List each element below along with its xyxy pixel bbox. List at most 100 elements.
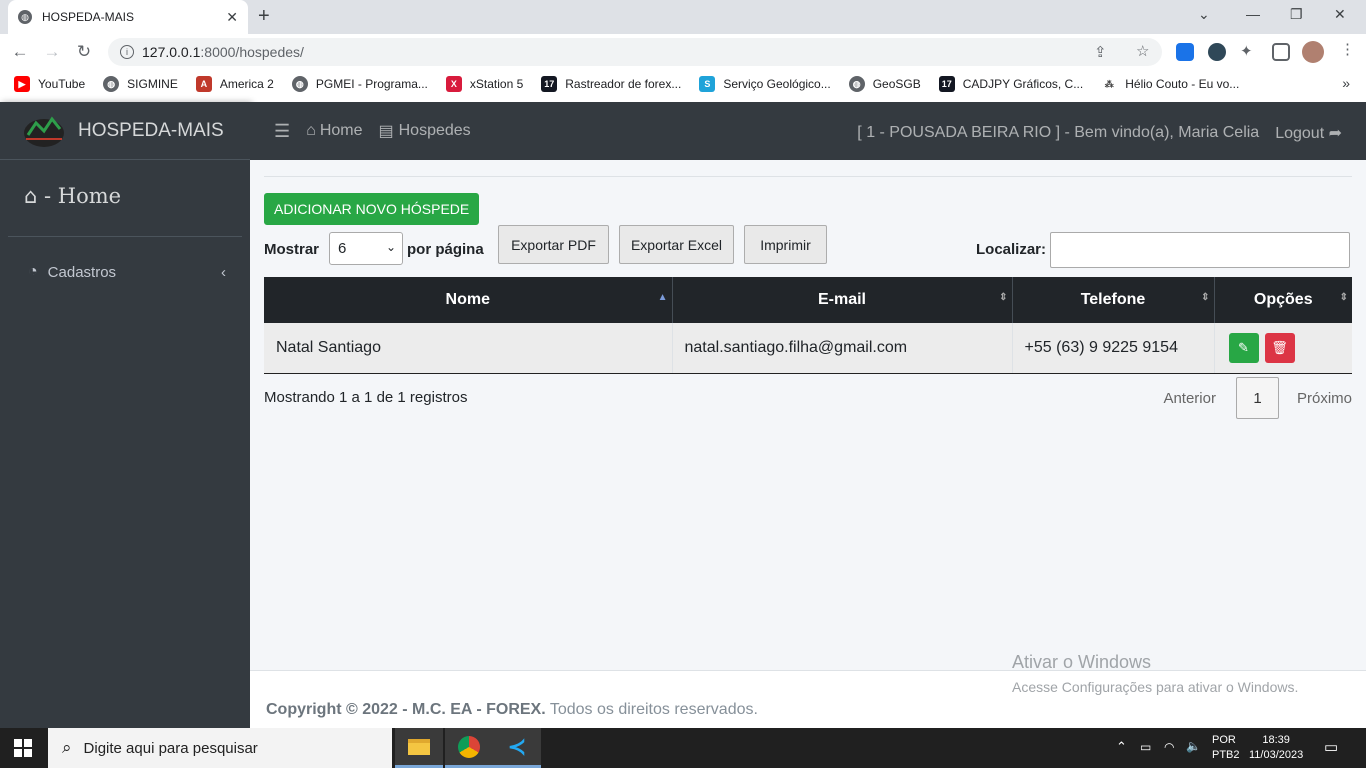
- globe-icon: ◍: [291, 76, 308, 92]
- chrome-icon[interactable]: [445, 728, 493, 768]
- sidebar-item-home[interactable]: ⌂ - Home: [0, 160, 250, 236]
- side-panel-icon[interactable]: [1272, 43, 1290, 61]
- search-icon: ⌕: [62, 738, 72, 757]
- pagination-page[interactable]: 1: [1235, 377, 1279, 419]
- watermark-subtitle: Acesse Configurações para ativar o Windo…: [1012, 679, 1299, 695]
- extension-gpt-icon[interactable]: [1208, 43, 1226, 61]
- windows-start-icon[interactable]: [14, 739, 32, 757]
- cell-telefone: +55 (63) 9 9225 9154: [1012, 323, 1215, 374]
- column-header-opcoes[interactable]: Opções ⇕: [1214, 277, 1352, 323]
- tradingview-icon: 17: [541, 76, 558, 92]
- window-close-button[interactable]: ✕: [1334, 6, 1346, 23]
- bookmark-label: Rastreador de forex...: [565, 77, 682, 91]
- brand[interactable]: HOSPEDA-MAIS: [0, 102, 250, 160]
- print-button[interactable]: Imprimir: [744, 225, 827, 264]
- footer-rights: Todos os direitos reservados.: [545, 701, 758, 718]
- wifi-icon[interactable]: ◠: [1164, 740, 1174, 754]
- page-size-select[interactable]: 6 ⌄: [329, 232, 403, 265]
- sort-icon: ⇕: [1201, 292, 1210, 303]
- puzzle-icon[interactable]: ✦: [1240, 42, 1253, 60]
- cell-nome: Natal Santiago: [264, 323, 673, 374]
- bookmark-geosgb[interactable]: ◍ GeoSGB: [848, 76, 921, 92]
- logout-link[interactable]: Logout ➦: [1275, 123, 1342, 143]
- new-tab-button[interactable]: +: [258, 5, 270, 28]
- dashboard-icon: ◔: [28, 263, 38, 280]
- show-label: Mostrar: [264, 241, 320, 258]
- chevron-down-icon: ⌄: [385, 240, 396, 254]
- sidebar-item-label: Cadastros: [47, 263, 117, 281]
- info-icon[interactable]: i: [120, 45, 134, 59]
- export-pdf-button[interactable]: Exportar PDF: [498, 225, 609, 264]
- star-icon[interactable]: ☆: [1136, 42, 1149, 60]
- taskbar-search[interactable]: ⌕ Digite aqui para pesquisar: [48, 728, 392, 768]
- sidebar-home-label: - Home: [37, 184, 122, 208]
- add-guest-button[interactable]: ADICIONAR NOVO HÓSPEDE: [264, 193, 480, 225]
- trash-icon: 🗑: [1271, 339, 1288, 355]
- pagination-next[interactable]: Próximo: [1297, 390, 1352, 407]
- cell-email: natal.santiago.filha@gmail.com: [672, 323, 1013, 374]
- bookmark-helio-couto[interactable]: ⁂ Hélio Couto - Eu vo...: [1101, 76, 1239, 92]
- browser-tab[interactable]: ◍ HOSPEDA-MAIS ✕: [8, 0, 248, 34]
- sidebar: HOSPEDA-MAIS ⌂ - Home ◔ Cadastros ‹: [0, 102, 250, 728]
- sort-icon: ⇕: [1339, 292, 1348, 303]
- sign-out-icon: ➦: [1328, 125, 1342, 142]
- url-host: 127.0.0.1: [142, 44, 201, 60]
- back-icon[interactable]: ←: [8, 42, 32, 62]
- edit-icon: ✎: [1238, 339, 1249, 355]
- vscode-icon[interactable]: ≺: [493, 728, 541, 768]
- sidebar-item-cadastros[interactable]: ◔ Cadastros ‹: [0, 237, 250, 281]
- minimize-button[interactable]: —: [1246, 6, 1260, 22]
- bookmark-america2[interactable]: A America 2: [195, 76, 274, 92]
- nav-home-link[interactable]: ⌂ Home: [306, 122, 362, 140]
- chevron-up-icon[interactable]: ⌃: [1116, 739, 1127, 755]
- bookmarks-more-icon[interactable]: »: [1342, 75, 1350, 91]
- sgb-icon: S: [699, 76, 716, 92]
- globe-icon: ◍: [848, 76, 865, 92]
- clock[interactable]: 18:39 11/03/2023: [1249, 733, 1303, 763]
- delete-button[interactable]: 🗑: [1264, 332, 1295, 363]
- bookmark-youtube[interactable]: ▶ YouTube: [14, 76, 85, 92]
- column-header-nome[interactable]: Nome ▲: [264, 277, 673, 323]
- battery-icon[interactable]: ▭: [1140, 740, 1151, 754]
- content-card: ADICIONAR NOVO HÓSPEDE Mostrar 6 ⌄ por pá…: [264, 176, 1352, 419]
- address-bar[interactable]: i 127.0.0.1:8000/hospedes/ ⇪ ☆: [108, 38, 1162, 66]
- close-icon[interactable]: ✕: [226, 9, 238, 26]
- file-explorer-icon[interactable]: [395, 728, 443, 768]
- notification-icon[interactable]: ▭: [1324, 738, 1338, 756]
- bookmark-servico-geologico[interactable]: S Serviço Geológico...: [699, 76, 831, 92]
- nav-hospedes-link[interactable]: ▤ Hospedes: [379, 121, 471, 141]
- extension-icon[interactable]: [1176, 43, 1194, 61]
- column-header-email[interactable]: E-mail ⇕: [672, 277, 1013, 323]
- main-content: ADICIONAR NOVO HÓSPEDE Mostrar 6 ⌄ por pá…: [250, 160, 1366, 670]
- forward-icon[interactable]: →: [40, 42, 64, 62]
- bookmark-label: GeoSGB: [872, 77, 921, 91]
- avatar[interactable]: [1302, 41, 1324, 63]
- share-icon[interactable]: ⇪: [1094, 43, 1107, 61]
- clock-time: 18:39: [1262, 734, 1290, 746]
- bookmark-sigmine[interactable]: ◍ SIGMINE: [103, 76, 178, 92]
- pagination-prev[interactable]: Anterior: [1163, 390, 1216, 407]
- cell-opcoes: ✎ 🗑: [1214, 323, 1352, 374]
- export-excel-button[interactable]: Exportar Excel: [619, 225, 734, 264]
- nav-hospedes-label: Hospedes: [398, 122, 471, 139]
- table-row: Natal Santiago natal.santiago.filha@gmai…: [264, 323, 1352, 374]
- top-navbar: ☰ ⌂ Home ▤ Hospedes [ 1 - POUSADA BEIRA RI…: [250, 102, 1366, 160]
- bookmark-cadjpy[interactable]: 17 CADJPY Gráficos, C...: [938, 76, 1083, 92]
- page-size-value: 6: [338, 240, 347, 257]
- bookmark-xstation[interactable]: XxStation 5: [445, 76, 523, 92]
- bookmark-pgmei[interactable]: ◍ PGMEI - Programa...: [291, 76, 428, 92]
- menu-dots-icon[interactable]: ⋮: [1340, 40, 1355, 58]
- restore-button[interactable]: ❐: [1290, 6, 1303, 23]
- bookmark-forex[interactable]: 17 Rastreador de forex...: [541, 76, 681, 92]
- volume-icon[interactable]: 🔈: [1186, 739, 1201, 753]
- language-indicator[interactable]: POR PTB2: [1212, 733, 1240, 763]
- column-header-telefone[interactable]: Telefone ⇕: [1012, 277, 1215, 323]
- per-page-label: por página: [407, 241, 484, 258]
- search-input[interactable]: [1050, 232, 1350, 268]
- table-info: Mostrando 1 a 1 de 1 registros: [264, 389, 468, 406]
- menu-toggle-icon[interactable]: ☰: [274, 121, 290, 142]
- bookmarks-bar: ▶ YouTube ◍ SIGMINE A America 2 ◍ PGMEI - Pr…: [0, 70, 1366, 98]
- reload-icon[interactable]: ↻: [72, 42, 96, 62]
- chevron-down-icon[interactable]: ⌄: [1198, 6, 1210, 23]
- edit-button[interactable]: ✎: [1228, 332, 1259, 363]
